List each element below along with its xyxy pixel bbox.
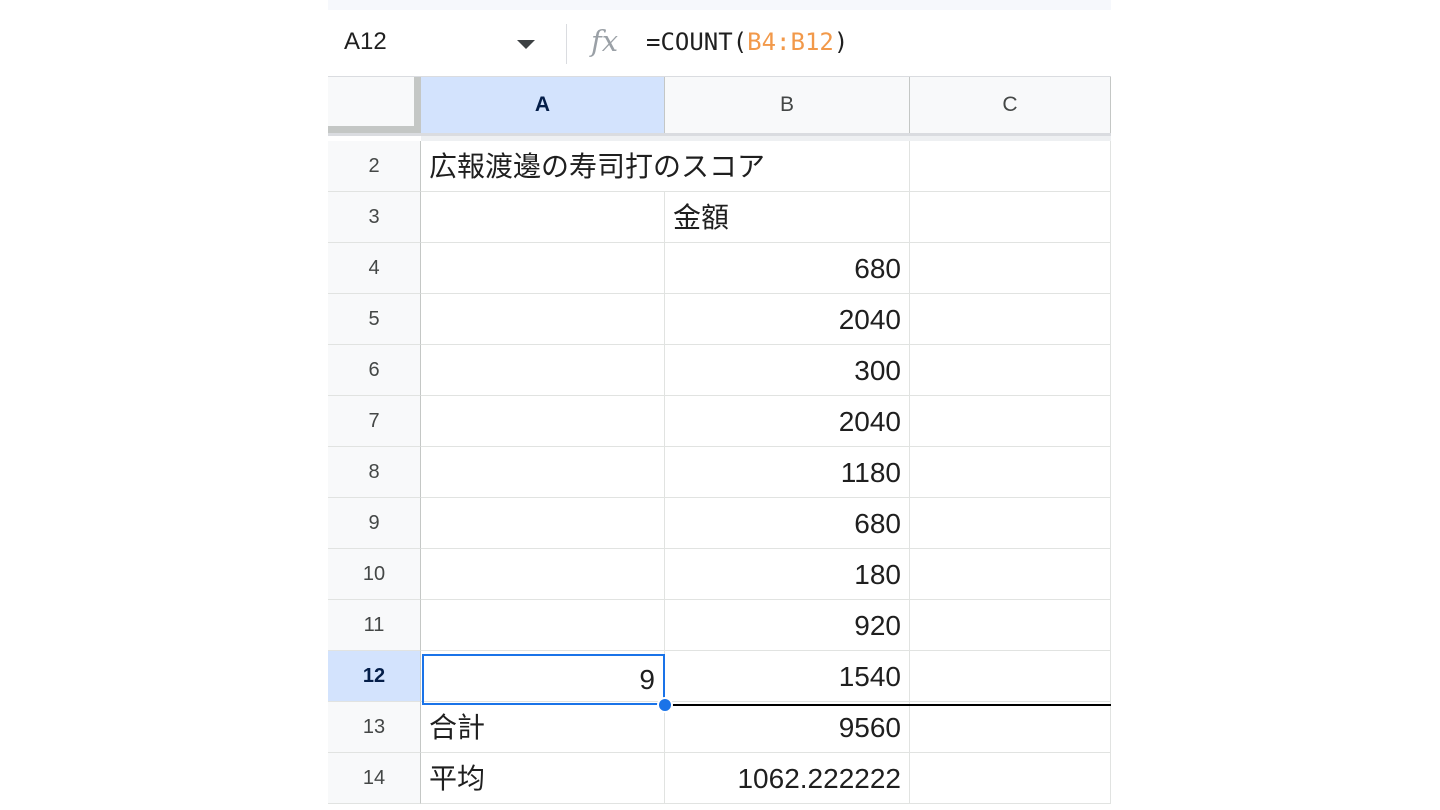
row-header[interactable]: 5 [328, 294, 421, 345]
cell-c9[interactable] [910, 498, 1111, 549]
row-header[interactable]: 3 [328, 192, 421, 243]
cell-a2[interactable]: 広報渡邊の寿司打のスコア [421, 141, 765, 192]
cell-c6[interactable] [910, 345, 1111, 396]
row-header[interactable]: 10 [328, 549, 421, 600]
column-header-c[interactable]: C [910, 77, 1111, 133]
table-row: 7 2040 [328, 396, 1111, 447]
cell-a13[interactable]: 合計 [421, 702, 665, 753]
formula-bar: A12 fx =COUNT(B4:B12) [328, 10, 1111, 77]
formula-bar-divider [566, 24, 567, 64]
cell-b2[interactable] [665, 141, 910, 192]
toolbar-edge [328, 0, 1111, 10]
column-header-row: A B C [328, 77, 1111, 135]
cell-b7[interactable]: 2040 [665, 396, 910, 447]
cell-c14[interactable] [910, 753, 1111, 804]
row-header-selected[interactable]: 12 [328, 651, 421, 702]
cell-b14[interactable]: 1062.222222 [665, 753, 910, 804]
table-row: 9 680 [328, 498, 1111, 549]
cell-b8[interactable]: 1180 [665, 447, 910, 498]
cell-b12[interactable]: 1540 [665, 651, 910, 702]
cell-c13[interactable] [910, 702, 1111, 753]
cell-b13[interactable]: 9560 [665, 702, 910, 753]
cell-a11[interactable] [421, 600, 665, 651]
cell-bottom-border [665, 704, 1111, 706]
table-row: 5 2040 [328, 294, 1111, 345]
cell-b9[interactable]: 680 [665, 498, 910, 549]
row-header[interactable]: 7 [328, 396, 421, 447]
cell-a14[interactable]: 平均 [421, 753, 665, 804]
table-row: 13 合計 9560 [328, 702, 1111, 753]
fx-icon: fx [591, 24, 619, 58]
cell-a3[interactable] [421, 192, 665, 243]
row-header[interactable]: 13 [328, 702, 421, 753]
formula-input[interactable]: =COUNT(B4:B12) [646, 28, 848, 56]
table-row: 11 920 [328, 600, 1111, 651]
row-header[interactable]: 2 [328, 141, 421, 192]
column-header-b[interactable]: B [665, 77, 910, 133]
row-header[interactable]: 9 [328, 498, 421, 549]
cell-a4[interactable] [421, 243, 665, 294]
cell-a10[interactable] [421, 549, 665, 600]
spreadsheet: A12 fx =COUNT(B4:B12) A B C 2 広報渡邊の寿司打のス… [328, 0, 1111, 810]
cell-c2[interactable] [910, 141, 1111, 192]
cell-c12[interactable] [910, 651, 1111, 702]
row-header[interactable]: 6 [328, 345, 421, 396]
table-row: 2 広報渡邊の寿司打のスコア [328, 141, 1111, 192]
column-header-a[interactable]: A [421, 77, 665, 133]
table-row: 14 平均 1062.222222 [328, 753, 1111, 804]
cell-c10[interactable] [910, 549, 1111, 600]
cell-a7[interactable] [421, 396, 665, 447]
cell-c5[interactable] [910, 294, 1111, 345]
row-header[interactable]: 8 [328, 447, 421, 498]
row-header[interactable]: 11 [328, 600, 421, 651]
table-row: 6 300 [328, 345, 1111, 396]
table-row: 10 180 [328, 549, 1111, 600]
table-row: 4 680 [328, 243, 1111, 294]
name-box-dropdown-icon[interactable] [517, 40, 535, 49]
formula-range-ref: B4:B12 [747, 28, 834, 56]
row-header[interactable]: 14 [328, 753, 421, 804]
table-row: 3 金額 [328, 192, 1111, 243]
cell-a6[interactable] [421, 345, 665, 396]
select-all-corner[interactable] [328, 77, 421, 133]
cell-c3[interactable] [910, 192, 1111, 243]
row-header[interactable]: 4 [328, 243, 421, 294]
cell-c7[interactable] [910, 396, 1111, 447]
selected-cell-a12[interactable]: 9 [422, 654, 665, 705]
formula-suffix: ) [833, 28, 849, 56]
cell-b6[interactable]: 300 [665, 345, 910, 396]
formula-prefix: =COUNT( [646, 28, 748, 56]
table-row: 8 1180 [328, 447, 1111, 498]
cell-a5[interactable] [421, 294, 665, 345]
fill-handle[interactable] [657, 697, 673, 713]
cell-c8[interactable] [910, 447, 1111, 498]
cell-b3[interactable]: 金額 [665, 192, 910, 243]
cell-b10[interactable]: 180 [665, 549, 910, 600]
cell-b4[interactable]: 680 [665, 243, 910, 294]
cell-a8[interactable] [421, 447, 665, 498]
cell-a9[interactable] [421, 498, 665, 549]
cell-b11[interactable]: 920 [665, 600, 910, 651]
cell-b5[interactable]: 2040 [665, 294, 910, 345]
cell-c4[interactable] [910, 243, 1111, 294]
cell-c11[interactable] [910, 600, 1111, 651]
name-box[interactable]: A12 [344, 28, 387, 56]
